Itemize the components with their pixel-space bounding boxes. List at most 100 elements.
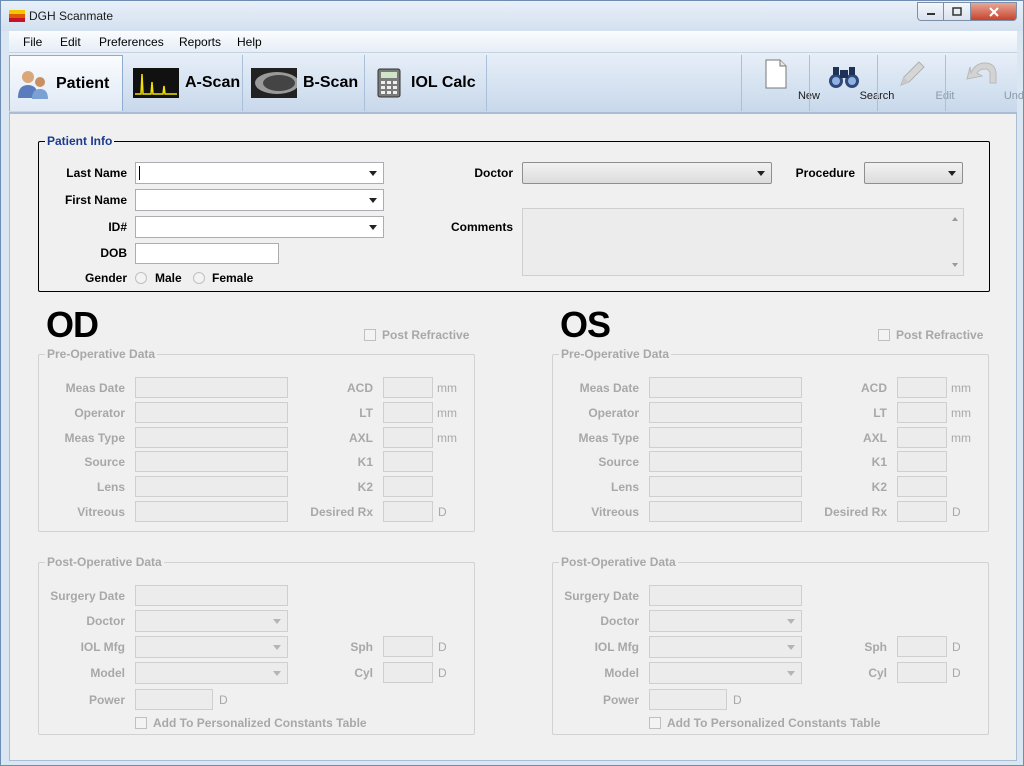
od-acd-unit: mm <box>437 381 457 395</box>
os-iol-mfg-label: IOL Mfg <box>594 640 639 654</box>
os-source-label: Source <box>598 455 639 469</box>
menu-file[interactable]: File <box>23 35 42 49</box>
undo-button[interactable]: Undo <box>945 55 1024 111</box>
od-iol-mfg-label: IOL Mfg <box>80 640 125 654</box>
od-meas-date-input[interactable] <box>135 377 288 398</box>
od-vitreous-input[interactable] <box>135 501 288 522</box>
toolbar: Patient A-Scan B-Scan IOL Calc New Searc… <box>9 53 1024 113</box>
od-cyl-input[interactable] <box>383 662 433 683</box>
od-source-input[interactable] <box>135 451 288 472</box>
os-desired-rx-unit: D <box>952 505 961 519</box>
od-title: OD <box>46 304 99 345</box>
patient-icon <box>18 70 48 99</box>
od-sph-input[interactable] <box>383 636 433 657</box>
os-power-input[interactable] <box>649 689 727 710</box>
os-post-doctor-combobox[interactable] <box>649 610 802 632</box>
os-post-refractive-label: Post Refractive <box>896 328 984 342</box>
os-lens-label: Lens <box>610 480 639 494</box>
od-lens-input[interactable] <box>135 476 288 497</box>
os-meas-date-input[interactable] <box>649 377 802 398</box>
tab-patient[interactable]: Patient <box>9 55 123 111</box>
od-personalized-checkbox[interactable] <box>135 717 147 729</box>
scroll-up-icon[interactable] <box>952 217 958 221</box>
maximize-button[interactable] <box>944 2 971 21</box>
od-pre-op-group: Pre-Operative Data Meas Date Operator Me… <box>38 347 475 532</box>
os-model-label: Model <box>604 666 639 680</box>
od-surgery-date-input[interactable] <box>135 585 288 606</box>
os-surgery-date-input[interactable] <box>649 585 802 606</box>
close-button[interactable] <box>971 2 1017 21</box>
os-desired-rx-label: Desired Rx <box>824 505 887 519</box>
procedure-combobox[interactable] <box>864 162 963 184</box>
comments-textarea[interactable] <box>522 208 964 276</box>
os-surgery-date-label: Surgery Date <box>564 589 639 603</box>
first-name-combobox[interactable] <box>135 189 384 211</box>
od-operator-label: Operator <box>74 406 125 420</box>
tab-b-scan[interactable]: B-Scan <box>245 55 365 111</box>
os-post-refractive-checkbox[interactable] <box>878 329 890 341</box>
os-iol-mfg-combobox[interactable] <box>649 636 802 658</box>
os-meas-type-label: Meas Type <box>578 431 639 445</box>
minimize-button[interactable] <box>917 2 944 21</box>
search-button[interactable]: Search <box>809 55 894 111</box>
os-operator-label: Operator <box>588 406 639 420</box>
os-k2-input[interactable] <box>897 476 947 497</box>
last-name-label: Last Name <box>66 166 127 180</box>
tab-iol-calc[interactable]: IOL Calc <box>367 55 487 111</box>
patient-info-legend: Patient Info <box>47 134 113 148</box>
od-iol-mfg-combobox[interactable] <box>135 636 288 658</box>
od-k2-input[interactable] <box>383 476 433 497</box>
id-combobox[interactable] <box>135 216 384 238</box>
od-post-refractive-label: Post Refractive <box>382 328 470 342</box>
new-button[interactable]: New <box>741 55 820 111</box>
male-radio[interactable] <box>135 272 147 284</box>
od-pre-op-legend: Pre-Operative Data <box>47 347 156 361</box>
od-desired-rx-input[interactable] <box>383 501 433 522</box>
menu-preferences[interactable]: Preferences <box>99 35 164 49</box>
os-acd-input[interactable] <box>897 377 947 398</box>
os-lens-input[interactable] <box>649 476 802 497</box>
os-operator-input[interactable] <box>649 402 802 423</box>
os-sph-input[interactable] <box>897 636 947 657</box>
os-personalized-checkbox[interactable] <box>649 717 661 729</box>
os-desired-rx-input[interactable] <box>897 501 947 522</box>
os-k1-input[interactable] <box>897 451 947 472</box>
menu-reports[interactable]: Reports <box>179 35 221 49</box>
minimize-icon <box>926 12 935 15</box>
doctor-combobox[interactable] <box>522 162 772 184</box>
od-post-refractive-checkbox[interactable] <box>364 329 376 341</box>
text-cursor <box>139 166 140 180</box>
scroll-down-icon[interactable] <box>952 263 958 267</box>
od-power-input[interactable] <box>135 689 213 710</box>
menu-edit[interactable]: Edit <box>60 35 81 49</box>
os-axl-input[interactable] <box>897 427 947 448</box>
od-axl-input[interactable] <box>383 427 433 448</box>
last-name-combobox[interactable] <box>135 162 384 184</box>
dob-input[interactable] <box>135 243 279 264</box>
od-operator-input[interactable] <box>135 402 288 423</box>
od-post-doctor-combobox[interactable] <box>135 610 288 632</box>
os-lt-input[interactable] <box>897 402 947 423</box>
chevron-down-icon <box>787 671 795 676</box>
od-axl-label: AXL <box>349 431 373 445</box>
os-post-op-group: Post-Operative Data Surgery Date Doctor … <box>552 555 989 735</box>
tab-a-scan[interactable]: A-Scan <box>125 55 243 111</box>
os-source-input[interactable] <box>649 451 802 472</box>
os-cyl-input[interactable] <box>897 662 947 683</box>
od-acd-input[interactable] <box>383 377 433 398</box>
os-acd-label: ACD <box>861 381 887 395</box>
od-meas-type-input[interactable] <box>135 427 288 448</box>
female-radio[interactable] <box>193 272 205 284</box>
od-k1-input[interactable] <box>383 451 433 472</box>
menu-help[interactable]: Help <box>237 35 262 49</box>
maximize-icon <box>952 7 962 16</box>
tab-a-scan-label: A-Scan <box>185 74 241 91</box>
os-meas-type-input[interactable] <box>649 427 802 448</box>
edit-button[interactable]: Edit <box>877 55 954 111</box>
procedure-label: Procedure <box>795 166 855 180</box>
od-model-label: Model <box>90 666 125 680</box>
os-vitreous-input[interactable] <box>649 501 802 522</box>
os-model-combobox[interactable] <box>649 662 802 684</box>
od-lt-input[interactable] <box>383 402 433 423</box>
od-model-combobox[interactable] <box>135 662 288 684</box>
